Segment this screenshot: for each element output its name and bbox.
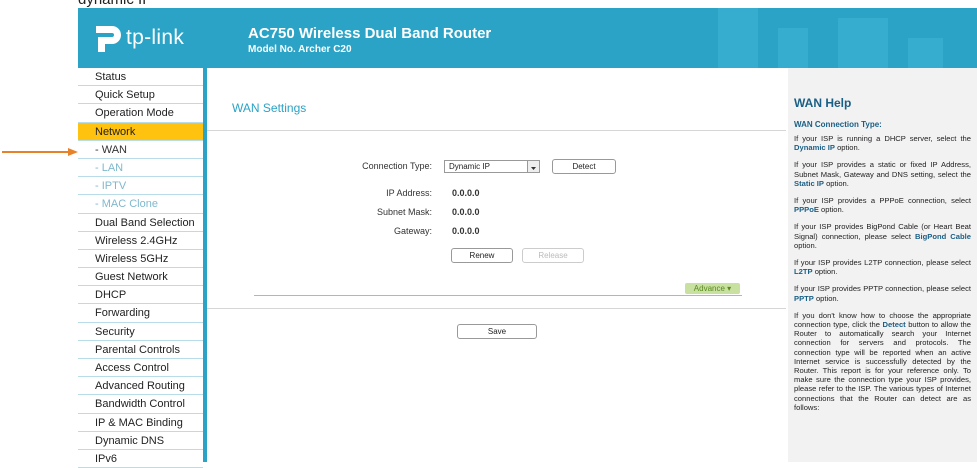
sidebar-item-parental-controls[interactable]: Parental Controls: [78, 341, 203, 359]
banner-decoration: [718, 8, 758, 68]
help-highlight: BigPond Cable: [915, 231, 971, 241]
help-text: If your ISP is running a DHCP server, se…: [794, 134, 971, 143]
sidebar-item-quick-setup[interactable]: Quick Setup: [78, 86, 203, 105]
sidebar-subitem-mac-clone[interactable]: - MAC Clone: [78, 195, 203, 214]
help-title: WAN Help: [794, 96, 852, 110]
cropped-text-fragment: dynamic IP: [78, 0, 152, 8]
gateway-label: Gateway:: [393, 226, 432, 236]
help-text: If your ISP provides PPTP connection, pl…: [794, 284, 971, 294]
help-highlight: Static IP: [794, 178, 824, 188]
renew-button[interactable]: Renew: [451, 248, 513, 263]
chevron-down-icon: ▾: [727, 284, 732, 293]
help-text: If your ISP provides L2TP connection, pl…: [794, 258, 971, 268]
save-divider: [207, 308, 786, 309]
help-highlight: Dynamic IP: [794, 143, 835, 153]
help-subtitle: WAN Connection Type:: [794, 120, 882, 129]
page-title: WAN Settings: [232, 101, 307, 115]
connection-type-label: Connection Type:: [362, 161, 432, 171]
help-paragraph: If your ISP provides PPTP connection, pl…: [794, 284, 971, 302]
help-text: option.: [812, 267, 838, 277]
detect-button[interactable]: Detect: [552, 159, 616, 174]
help-text: If your ISP provides a PPPoE connection,…: [794, 196, 971, 206]
help-body: If your ISP is running a DHCP server, se…: [794, 134, 971, 420]
help-paragraph: If your ISP provides a PPPoE connection,…: [794, 196, 971, 214]
header-banner: tp-link AC750 Wireless Dual Band Router …: [78, 8, 977, 68]
help-text: If your ISP provides a static or fixed I…: [794, 160, 971, 179]
gateway-value: 0.0.0.0: [452, 226, 480, 236]
advance-divider: [254, 295, 742, 296]
sidebar-item-dynamic-dns[interactable]: Dynamic DNS: [78, 432, 203, 450]
help-text: option.: [823, 178, 849, 188]
model-number: Model No. Archer C20: [248, 44, 352, 55]
sidebar-subitem-wan[interactable]: - WAN: [78, 141, 203, 159]
help-text: option.: [794, 240, 817, 250]
help-panel: WAN Help WAN Connection Type: If your IS…: [788, 68, 977, 462]
chevron-down-icon[interactable]: [527, 161, 539, 172]
release-button[interactable]: Release: [522, 248, 584, 263]
subnet-mask-label: Subnet Mask:: [376, 207, 432, 217]
help-paragraph: If your ISP provides BigPond Cable (or H…: [794, 222, 971, 250]
help-highlight: L2TP: [794, 267, 813, 277]
help-paragraph: If you don't know how to choose the appr…: [794, 311, 971, 412]
sidebar-subitem-lan[interactable]: - LAN: [78, 159, 203, 178]
ip-address-value: 0.0.0.0: [452, 188, 480, 198]
ip-address-label: IP Address:: [386, 188, 432, 198]
sidebar-item-dhcp[interactable]: DHCP: [78, 286, 203, 305]
banner-decoration: [778, 28, 808, 68]
subnet-mask-value: 0.0.0.0: [452, 207, 480, 217]
help-text: option.: [834, 143, 860, 153]
main-content: WAN Settings Connection Type: Dynamic IP…: [207, 68, 786, 462]
help-highlight: PPTP: [794, 293, 814, 303]
advance-label: Advance: [693, 284, 725, 293]
help-text: option.: [813, 293, 839, 303]
sidebar-item-bandwidth-control[interactable]: Bandwidth Control: [78, 395, 203, 414]
sidebar-item-dual-band-selection[interactable]: Dual Band Selection: [78, 214, 203, 232]
help-highlight: Detect: [882, 320, 906, 330]
sidebar-item-ipv6[interactable]: IPv6: [78, 450, 203, 468]
logo-text: tp-link: [126, 26, 185, 49]
tp-link-logo-icon: [96, 26, 121, 52]
sidebar-item-advanced-routing[interactable]: Advanced Routing: [78, 377, 203, 396]
advance-toggle[interactable]: Advance ▾: [685, 283, 740, 294]
banner-decoration: [908, 38, 943, 68]
product-title: AC750 Wireless Dual Band Router: [248, 25, 492, 42]
help-text: button to allow the Router to automatica…: [794, 320, 971, 412]
sidebar-menu: Status Quick Setup Operation Mode Networ…: [78, 68, 208, 468]
top-cropped-text: dynamic IP: [0, 0, 977, 8]
sidebar-item-access-control[interactable]: Access Control: [78, 359, 203, 378]
sidebar-item-guest-network[interactable]: Guest Network: [78, 268, 203, 287]
tp-link-logo: tp-link: [90, 22, 184, 54]
help-paragraph: If your ISP provides L2TP connection, pl…: [794, 258, 971, 276]
sidebar-item-wireless-5ghz[interactable]: Wireless 5GHz: [78, 250, 203, 269]
sidebar-item-security[interactable]: Security: [78, 323, 203, 341]
sidebar-item-forwarding[interactable]: Forwarding: [78, 304, 203, 323]
sidebar-item-operation-mode[interactable]: Operation Mode: [78, 104, 203, 123]
save-button[interactable]: Save: [457, 324, 537, 339]
sidebar-item-status[interactable]: Status: [78, 68, 203, 87]
sidebar-item-network[interactable]: Network: [78, 122, 203, 141]
help-paragraph: If your ISP is running a DHCP server, se…: [794, 134, 971, 152]
sidebar-item-wireless-24ghz[interactable]: Wireless 2.4GHz: [78, 232, 203, 250]
connection-type-select[interactable]: Dynamic IP: [444, 160, 540, 173]
arrow-pointer-icon: [2, 148, 78, 156]
banner-decoration: [838, 18, 888, 68]
sidebar-subitem-iptv[interactable]: - IPTV: [78, 177, 203, 196]
help-text: option.: [818, 205, 844, 215]
title-divider: [207, 130, 786, 131]
help-highlight: PPPoE: [794, 205, 819, 215]
connection-type-value: Dynamic IP: [449, 162, 490, 171]
sidebar-item-ip-mac-binding[interactable]: IP & MAC Binding: [78, 414, 203, 432]
help-paragraph: If your ISP provides a static or fixed I…: [794, 160, 971, 188]
